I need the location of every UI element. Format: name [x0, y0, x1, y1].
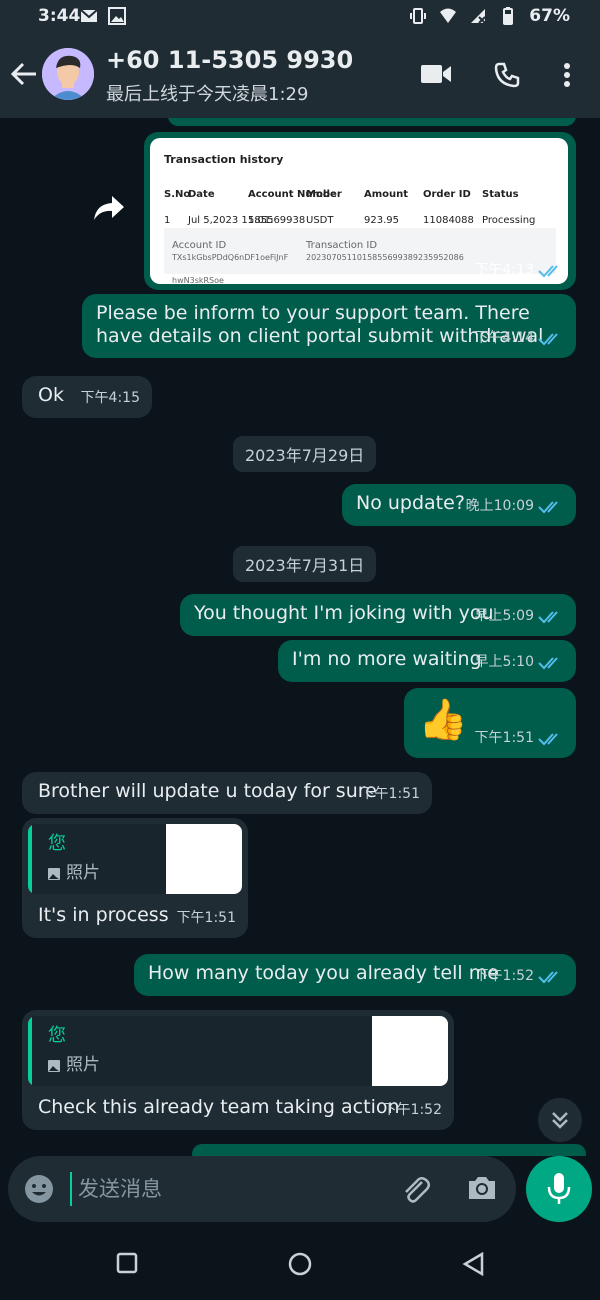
outgoing-message[interactable]: Please be inform to your support team. T… — [82, 294, 576, 358]
message-meta: 下午1:51 — [475, 727, 564, 750]
back-nav-icon[interactable] — [462, 1252, 484, 1276]
message-notification-icon — [80, 9, 98, 22]
status-time: 3:44 — [38, 6, 81, 26]
quote-thumbnail — [166, 824, 242, 894]
message-meta: 早上5:10 — [475, 651, 564, 674]
video-call-icon[interactable] — [420, 62, 452, 86]
quote-type: 照片 — [48, 1054, 100, 1077]
read-ticks-icon — [538, 970, 558, 983]
read-ticks-icon — [538, 500, 558, 513]
battery-percent: 67% — [529, 6, 570, 26]
last-seen: 最后上线于今天凌晨1:29 — [106, 84, 309, 105]
message-composer: 发送消息 — [8, 1156, 516, 1222]
message-meta: 晚上10:09 — [466, 495, 564, 518]
quoted-message[interactable]: 您 照片 — [28, 824, 242, 894]
more-options-icon[interactable] — [562, 62, 572, 88]
read-ticks-icon — [538, 732, 558, 745]
message-meta: 下午1:52 — [382, 1102, 442, 1118]
microphone-icon — [547, 1173, 571, 1204]
incoming-message[interactable]: Ok 下午4:15 — [22, 376, 152, 418]
read-ticks-icon — [538, 264, 558, 277]
outgoing-emoji-message[interactable]: 👍 下午1:51 — [404, 688, 576, 758]
back-arrow-icon[interactable] — [10, 60, 38, 88]
recent-apps-icon[interactable] — [116, 1252, 138, 1274]
message-meta: 下午4:14 — [475, 327, 564, 350]
outgoing-message[interactable]: No update? 晚上10:09 — [342, 484, 576, 526]
message-meta: 下午1:52 — [475, 965, 564, 988]
image-title: Transaction history — [164, 153, 284, 166]
outgoing-message[interactable]: You thought I'm joking with you 早上5:09 — [180, 594, 576, 636]
date-divider: 2023年7月31日 — [233, 546, 377, 582]
quote-sender: 您 — [48, 1025, 66, 1046]
read-ticks-icon — [538, 656, 558, 669]
message-meta: 下午1:51 — [176, 910, 236, 926]
wifi-icon — [440, 8, 457, 23]
quote-type: 照片 — [48, 862, 100, 885]
outgoing-message[interactable]: I'm no more waiting 早上5:10 — [278, 640, 576, 682]
vibrate-icon — [410, 8, 427, 24]
avatar[interactable] — [42, 48, 94, 100]
partial-message[interactable] — [192, 1144, 586, 1156]
quote-sender: 您 — [48, 833, 66, 854]
incoming-reply-message[interactable]: 您 照片 It's in process 下午1:51 — [22, 818, 248, 938]
phone-call-icon[interactable] — [494, 62, 520, 88]
image-notification-icon — [108, 7, 126, 25]
forward-icon[interactable] — [92, 194, 126, 222]
home-icon[interactable] — [288, 1252, 312, 1276]
battery-icon — [503, 7, 514, 25]
message-input[interactable]: 发送消息 — [70, 1172, 370, 1206]
chat-header: +60 11-5305 9930 最后上线于今天凌晨1:29 — [0, 32, 600, 118]
quote-thumbnail — [372, 1016, 448, 1086]
double-chevron-down-icon — [552, 1112, 568, 1129]
system-navigation-bar — [0, 1232, 600, 1300]
photo-icon — [48, 867, 60, 880]
status-bar: 3:44 67% — [0, 0, 600, 32]
image-message[interactable]: Transaction history S.No Date Account Nu… — [144, 132, 576, 290]
contact-name[interactable]: +60 11-5305 9930 — [106, 46, 353, 74]
voice-message-button[interactable] — [526, 1156, 592, 1222]
read-ticks-icon — [538, 610, 558, 623]
incoming-message[interactable]: Brother will update u today for sure 下午1… — [22, 772, 432, 814]
photo-icon — [48, 1059, 60, 1072]
camera-icon[interactable] — [466, 1174, 498, 1202]
avatar-image — [42, 48, 94, 100]
partial-message[interactable] — [168, 118, 576, 126]
scroll-to-bottom-button[interactable] — [538, 1098, 582, 1142]
signal-icon — [471, 9, 487, 24]
outgoing-message[interactable]: How many today you already tell me 下午1:5… — [134, 954, 576, 996]
incoming-reply-message[interactable]: 您 照片 Check this already team taking acti… — [22, 1010, 454, 1130]
thumbs-up-emoji: 👍 — [418, 697, 468, 743]
emoji-icon[interactable] — [24, 1174, 54, 1204]
read-ticks-icon — [538, 332, 558, 345]
chat-area[interactable]: Transaction history S.No Date Account Nu… — [0, 118, 600, 1156]
message-meta: 早上5:09 — [475, 605, 564, 628]
date-divider: 2023年7月29日 — [233, 436, 377, 472]
attach-icon[interactable] — [400, 1174, 432, 1206]
message-meta: 下午4:15 — [80, 390, 140, 406]
message-meta: 下午1:51 — [360, 786, 420, 802]
message-meta: 下午4:13 — [475, 259, 564, 282]
quoted-message[interactable]: 您 照片 — [28, 1016, 448, 1086]
